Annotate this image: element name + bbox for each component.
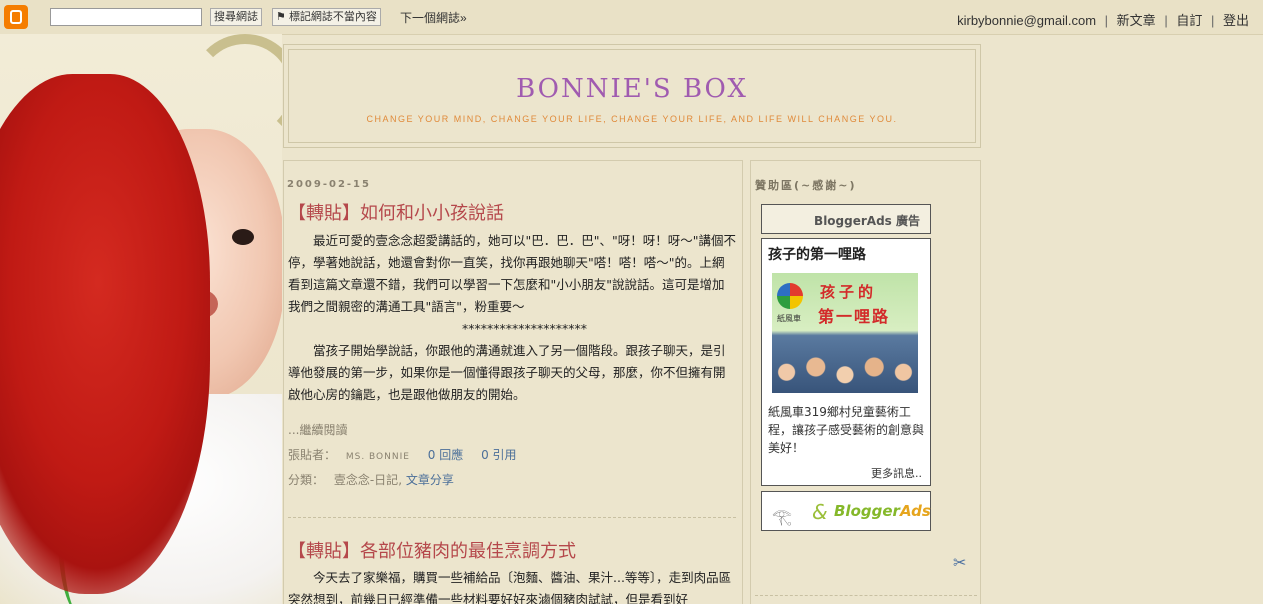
search-input[interactable]	[50, 8, 202, 26]
ad-title[interactable]: 孩子的第一哩路	[768, 244, 866, 264]
separator: |	[1210, 13, 1215, 28]
brand-part: Blogger	[834, 502, 900, 520]
next-blog-link[interactable]: 下一個網誌»	[400, 9, 467, 26]
sidebar: 贊助區(~感謝~) BloggerAds 廣告 孩子的第一哩路 紙風車 孩子的 …	[750, 160, 981, 604]
navbar-user-links: kirbybonnie@gmail.com | 新文章 | 自訂 | 登出	[957, 10, 1249, 29]
post-separator-stars: ********************	[462, 321, 587, 336]
main-column: 2009-02-15 【轉貼】如何和小小孩說話 最近可愛的壹念念超愛講話的，她可…	[283, 160, 743, 604]
blogger-navbar: 搜尋網誌 ⚑ 標記網誌不當內容 下一個網誌» kirbybonnie@gmail…	[0, 0, 1263, 35]
customize-link[interactable]: 自訂	[1176, 13, 1202, 28]
separator: |	[1164, 13, 1168, 28]
bloggerads-header-label: BloggerAds 廣告	[814, 214, 920, 228]
flag-blog-button[interactable]: ⚑ 標記網誌不當內容	[272, 8, 381, 26]
post-paragraph: 當孩子開始學說話，你跟他的溝通就進入了另一個階段。跟孩子聊天，是引導他發展的第一…	[288, 343, 726, 402]
post-body: 最近可愛的壹念念超愛講話的，她可以"巴．巴．巴"、"呀！呀！呀～"講個不停，學著…	[288, 230, 736, 406]
post-body: 今天去了家樂福，購買一些補給品〔泡麵、醬油、果汁...等等〕，走到肉品區突然想到…	[288, 567, 736, 604]
post-footer-author: 張貼者： MS. BONNIE 0 回應 0 引用	[288, 446, 517, 463]
post-title[interactable]: 【轉貼】各部位豬肉的最佳烹調方式	[288, 537, 576, 563]
ad-text[interactable]: 紙風車319鄉村兒童藝術工程，讓孩子感受藝術的創意與美好！	[768, 403, 928, 457]
ad-image-sub: 紙風車	[777, 314, 801, 323]
ad-image[interactable]: 紙風車 孩子的 第一哩路	[772, 273, 918, 393]
separator: |	[1104, 13, 1109, 28]
edit-tools-icon[interactable]: ✂	[953, 553, 966, 572]
decorative-swirl	[190, 34, 282, 144]
post-paragraph: 今天去了家樂福，購買一些補給品〔泡麵、醬油、果汁...等等〕，走到肉品區突然想到…	[288, 570, 732, 604]
labels-label: 分類：	[288, 473, 325, 487]
post-author[interactable]: MS. BONNIE	[346, 452, 410, 462]
trackbacks-link[interactable]: 0 引用	[481, 448, 516, 462]
bloggerads-header[interactable]: BloggerAds 廣告	[761, 204, 931, 234]
pinwheel-icon	[777, 283, 803, 309]
ampersand: &	[812, 500, 828, 524]
eye-of-horus-icon: 𓂀	[772, 507, 792, 526]
posted-by-label: 張貼者：	[288, 448, 337, 462]
read-more-link[interactable]: ...繼續閱讀	[288, 421, 347, 438]
post-footer-labels: 分類： 壹念念-日記, 文章分享	[288, 471, 454, 488]
blog-title[interactable]: BONNIE'S BOX	[289, 74, 975, 104]
blogger-logo-icon[interactable]	[4, 5, 28, 29]
post-date: 2009-02-15	[287, 179, 371, 190]
blog-description: CHANGE YOUR MIND, CHANGE YOUR LIFE, CHAN…	[366, 114, 898, 124]
blog-header-inner: BONNIE'S BOX CHANGE YOUR MIND, CHANGE YO…	[288, 49, 976, 143]
ad-image-heading: 第一哩路	[818, 307, 891, 326]
baby-eye	[232, 229, 254, 245]
sidebar-divider	[755, 595, 977, 596]
label-link[interactable]: 壹念念-日記	[334, 473, 398, 487]
blog-header: BONNIE'S BOX CHANGE YOUR MIND, CHANGE YO…	[283, 44, 981, 148]
new-post-link[interactable]: 新文章	[1117, 13, 1156, 28]
comments-link[interactable]: 0 回應	[428, 448, 463, 462]
ad-box[interactable]: 孩子的第一哩路 紙風車 孩子的 第一哩路 紙風車319鄉村兒童藝術工程，讓孩子感…	[761, 238, 931, 486]
ad-image-heading: 孩子的	[820, 283, 878, 301]
flag-blog-label: 標記網誌不當內容	[288, 11, 377, 23]
bloggerads-brand: BloggerAds	[834, 502, 931, 520]
post-paragraph: 最近可愛的壹念念超愛講話的，她可以"巴．巴．巴"、"呀！呀！呀～"講個不停，學著…	[288, 233, 736, 314]
search-blog-button[interactable]: 搜尋網誌	[210, 8, 262, 26]
label-link[interactable]: 文章分享	[406, 473, 454, 487]
label-separator: ,	[398, 473, 403, 487]
brand-part: Ads	[899, 502, 931, 520]
user-email: kirbybonnie@gmail.com	[957, 13, 1097, 28]
sidebar-title: 贊助區(~感謝~)	[755, 179, 857, 192]
post-title[interactable]: 【轉貼】如何和小小孩說話	[288, 199, 504, 225]
bloggerads-logo[interactable]: 𓂀 & BloggerAds	[761, 491, 931, 531]
children-crowd	[772, 341, 918, 393]
baby-photo-background	[0, 34, 282, 604]
sign-out-link[interactable]: 登出	[1223, 13, 1249, 28]
post-divider	[288, 517, 736, 518]
flag-icon: ⚑	[276, 11, 286, 23]
baby-hand-blur	[0, 74, 210, 594]
ad-more-link[interactable]: 更多訊息..	[871, 465, 922, 481]
